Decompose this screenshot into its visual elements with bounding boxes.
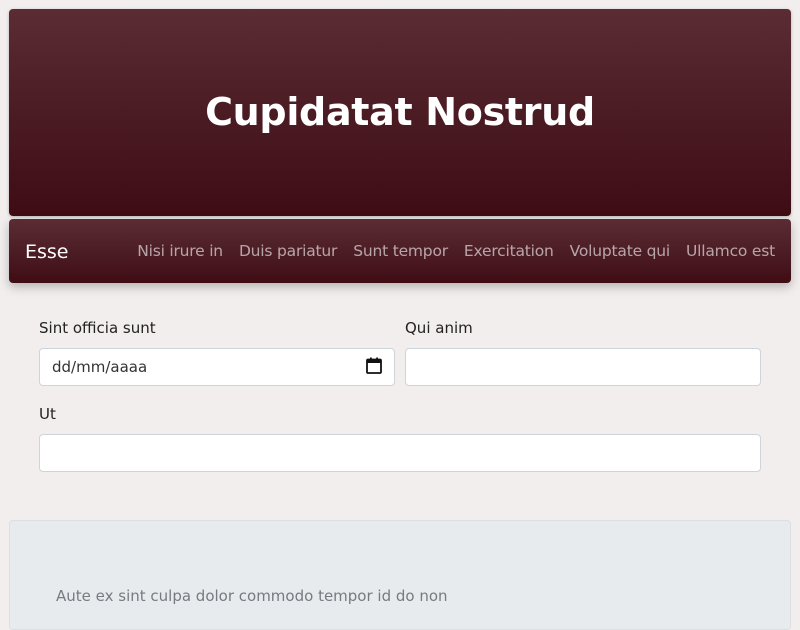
- date-input-placeholder: dd/mm/aaaa: [52, 358, 148, 376]
- top-navbar: Esse Nisi irure in Duis pariatur Sunt te…: [9, 219, 791, 283]
- ut-input[interactable]: [39, 434, 761, 472]
- date-input[interactable]: dd/mm/aaaa: [39, 348, 395, 386]
- form-group-ut: Ut: [39, 404, 761, 472]
- nav-link-2[interactable]: Duis pariatur: [239, 242, 337, 260]
- nav-link-1[interactable]: Nisi irure in: [137, 242, 223, 260]
- hero-banner: Cupidatat Nostrud: [9, 9, 791, 216]
- nav-link-3[interactable]: Sunt tempor: [353, 242, 448, 260]
- content-card: Aute ex sint culpa dolor commodo tempor …: [9, 520, 791, 630]
- form-group-qui-anim: Qui anim: [405, 318, 761, 386]
- form-group-date: Sint officia sunt dd/mm/aaaa: [39, 318, 395, 386]
- card-text: Aute ex sint culpa dolor commodo tempor …: [56, 587, 448, 605]
- nav-link-4[interactable]: Exercitation: [464, 242, 554, 260]
- nav-link-6[interactable]: Ullamco est: [686, 242, 775, 260]
- hero-title: Cupidatat Nostrud: [205, 89, 595, 134]
- nav-links: Nisi irure in Duis pariatur Sunt tempor …: [137, 242, 775, 260]
- calendar-icon[interactable]: [366, 357, 382, 378]
- navbar-brand[interactable]: Esse: [25, 241, 69, 263]
- date-field-label: Sint officia sunt: [39, 319, 156, 337]
- nav-link-5[interactable]: Voluptate qui: [570, 242, 671, 260]
- ut-label: Ut: [39, 405, 56, 423]
- main-form: Sint officia sunt dd/mm/aaaa Qui anim Ut: [39, 318, 761, 472]
- qui-anim-input[interactable]: [405, 348, 761, 386]
- qui-anim-label: Qui anim: [405, 319, 473, 337]
